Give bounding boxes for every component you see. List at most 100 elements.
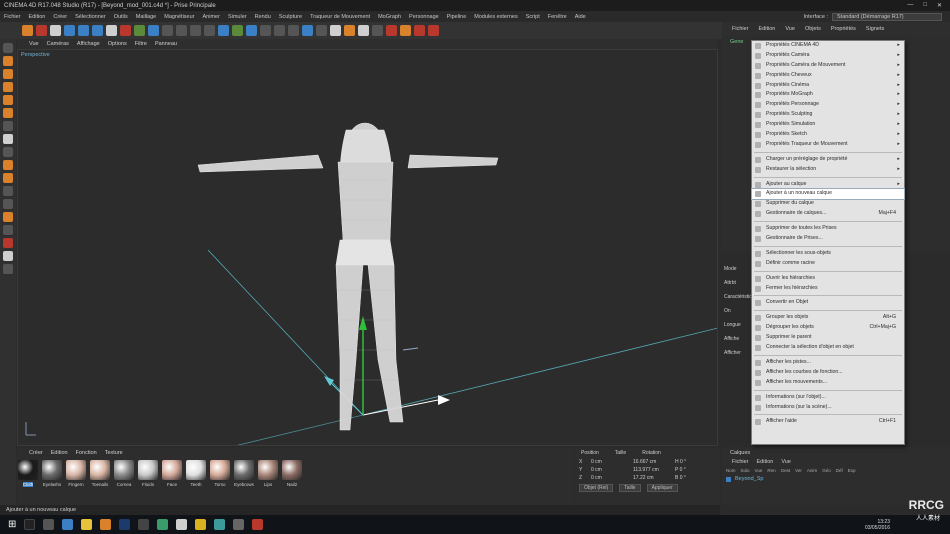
coord-size[interactable]: 17.22 cm xyxy=(633,475,669,481)
menu-item[interactable]: Sculpture xyxy=(279,14,302,20)
motion-record-icon[interactable] xyxy=(428,25,439,36)
coord-size-dropdown[interactable]: Taille xyxy=(619,484,641,492)
context-menu-item[interactable]: Informations (sur l'objet)... xyxy=(752,393,904,403)
enable-axis-icon[interactable] xyxy=(3,134,13,144)
light-icon[interactable] xyxy=(330,25,341,36)
undo-icon[interactable] xyxy=(22,25,33,36)
python-icon[interactable] xyxy=(372,25,383,36)
layer-column-header[interactable]: Géo xyxy=(822,468,831,473)
live-selection-icon[interactable] xyxy=(50,25,61,36)
autokey-icon[interactable] xyxy=(414,25,425,36)
menu-item[interactable]: Animer xyxy=(203,14,220,20)
material-swatch[interactable]: Lips xyxy=(257,460,279,490)
edge-icon[interactable] xyxy=(62,519,74,530)
viewport-menu-item[interactable]: Options xyxy=(108,41,127,47)
interface-dropdown[interactable]: Standard (Démarrage R17) xyxy=(832,12,942,21)
object-manager-menu-item[interactable]: Signets xyxy=(866,26,884,32)
context-menu-item[interactable]: Propriétés Caméra ▸ xyxy=(752,51,904,61)
material-swatch[interactable]: Torso xyxy=(209,460,231,490)
menu-item[interactable]: Modules externes xyxy=(474,14,517,20)
menu-item[interactable]: Outils xyxy=(114,14,128,20)
context-menu-item[interactable]: Afficher les pistes... xyxy=(752,358,904,368)
app-icon-4[interactable] xyxy=(214,519,226,530)
context-menu-item[interactable]: Propriétés Caméra de Mouvement ▸ xyxy=(752,61,904,71)
y-axis-icon[interactable] xyxy=(134,25,145,36)
layer-column-header[interactable]: Ver xyxy=(795,468,802,473)
context-menu-item[interactable]: Dégrouper les objets Ctrl+Maj+G xyxy=(752,323,904,333)
layer-menu-item[interactable]: Fichier xyxy=(732,459,749,465)
context-menu-item[interactable]: Ouvrir les hiérarchies xyxy=(752,274,904,284)
edges-mode-icon[interactable] xyxy=(3,108,13,118)
model-mode-icon[interactable] xyxy=(3,56,13,66)
material-swatch[interactable]: Eyelashs xyxy=(41,460,63,490)
layer-column-header[interactable]: Exp xyxy=(848,468,856,473)
maximize-icon[interactable]: □ xyxy=(923,2,927,9)
task-view-icon[interactable] xyxy=(43,519,55,530)
z-axis-icon[interactable] xyxy=(148,25,159,36)
context-menu-item[interactable]: Informations (sur la scène)... xyxy=(752,403,904,413)
menu-item[interactable]: MoGraph xyxy=(378,14,401,20)
object-manager-menu-item[interactable]: Fichier xyxy=(732,26,749,32)
solo-icon[interactable] xyxy=(3,199,13,209)
hair-icon[interactable] xyxy=(358,25,369,36)
deformer-icon[interactable] xyxy=(288,25,299,36)
quantize-icon[interactable] xyxy=(3,186,13,196)
menu-item[interactable]: Fichier xyxy=(4,14,21,20)
layer-column-header[interactable]: Ren xyxy=(767,468,775,473)
context-menu-item[interactable]: Propriétés Cheveux ▸ xyxy=(752,71,904,81)
viewport-menu-item[interactable]: Filtre xyxy=(135,41,147,47)
menu-item[interactable]: Maillage xyxy=(136,14,156,20)
spline-icon[interactable] xyxy=(260,25,271,36)
layer-column-header[interactable]: Anim xyxy=(807,468,817,473)
workplane-icon[interactable] xyxy=(3,82,13,92)
tweak-icon[interactable] xyxy=(3,147,13,157)
app-icon-6[interactable] xyxy=(252,519,264,530)
floor-icon[interactable] xyxy=(302,25,313,36)
layout-icon[interactable] xyxy=(3,264,13,274)
uv-icon[interactable] xyxy=(3,225,13,235)
close-icon[interactable]: ✕ xyxy=(937,2,942,9)
coord-rot[interactable]: P 0 ° xyxy=(675,467,711,473)
menu-item[interactable]: Fenêtre xyxy=(548,14,567,20)
context-menu-item[interactable]: Propriétés CINEMA 4D ▸ xyxy=(752,41,904,51)
material-swatch[interactable]: Nail2 xyxy=(281,460,303,490)
material-swatch[interactable]: Eyebrows xyxy=(233,460,255,490)
object-manager-menu-item[interactable]: Vue xyxy=(785,26,795,32)
texture-mode-icon[interactable] xyxy=(3,69,13,79)
redo-icon[interactable] xyxy=(36,25,47,36)
material-swatch[interactable]: Cloth xyxy=(17,460,39,490)
record-icon[interactable] xyxy=(386,25,397,36)
context-menu-item[interactable]: Sélectionner les sous-objets xyxy=(752,249,904,259)
menu-item[interactable]: Personnage xyxy=(409,14,439,20)
paint-icon[interactable] xyxy=(3,212,13,222)
context-menu-item[interactable]: Propriétés Personnage ▸ xyxy=(752,100,904,110)
layer-column-header[interactable]: Gest xyxy=(781,468,791,473)
sculpt-icon[interactable] xyxy=(344,25,355,36)
x-axis-icon[interactable] xyxy=(120,25,131,36)
material-swatch[interactable]: Teeth xyxy=(185,460,207,490)
context-menu-item[interactable]: Convertir en Objet xyxy=(752,298,904,308)
context-menu-item[interactable]: Ajouter à un nouveau calque xyxy=(751,188,905,201)
menu-item[interactable]: Edition xyxy=(29,14,46,20)
3d-viewport[interactable]: Perspective xyxy=(17,49,718,446)
layer-column-header[interactable]: Déf xyxy=(836,468,843,473)
object-manager-menu-item[interactable]: Propriétés xyxy=(831,26,856,32)
workplane-lock-icon[interactable] xyxy=(3,173,13,183)
material-swatch[interactable]: Toenails xyxy=(89,460,111,490)
viewport-menu-item[interactable]: Affichage xyxy=(77,41,100,47)
photoshop-icon[interactable] xyxy=(119,519,131,530)
context-menu-item[interactable]: Connecter la sélection d'objet en objet xyxy=(752,343,904,353)
coord-rot[interactable]: B 0 ° xyxy=(675,475,711,481)
layer-color-swatch[interactable] xyxy=(726,476,731,482)
context-menu-item[interactable]: Afficher les mouvements... xyxy=(752,378,904,388)
scale-icon[interactable] xyxy=(78,25,89,36)
object-manager-menu-item[interactable]: Objets xyxy=(805,26,821,32)
apply-button[interactable]: Appliquer xyxy=(646,484,678,492)
menu-item[interactable]: Aide xyxy=(575,14,586,20)
layer-column-header[interactable]: Vue xyxy=(755,468,763,473)
material-menu-item[interactable]: Créer xyxy=(29,450,43,456)
rotate-icon[interactable] xyxy=(92,25,103,36)
menu-item[interactable]: Script xyxy=(526,14,540,20)
coord-size[interactable]: 113.977 cm xyxy=(633,467,669,473)
context-menu-item[interactable]: Fermer les hiérarchies xyxy=(752,284,904,294)
